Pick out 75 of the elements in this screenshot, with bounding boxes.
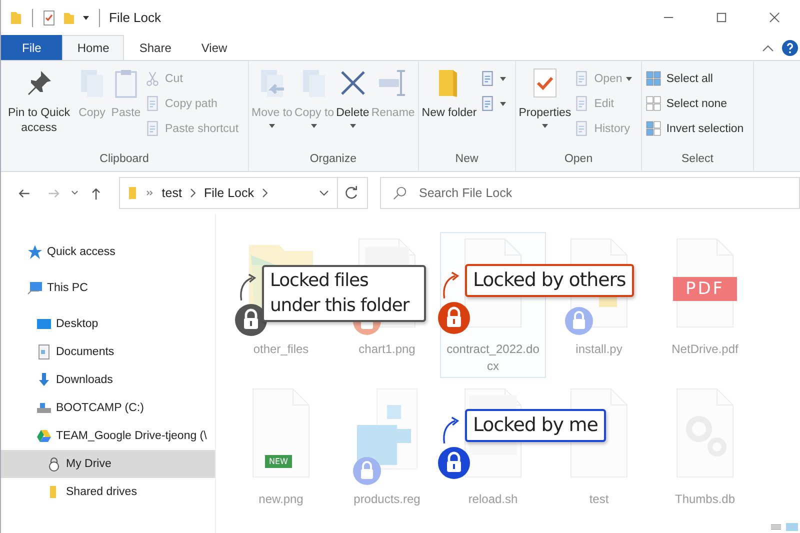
ribbon-button[interactable]: New folder — [422, 66, 477, 121]
ribbon-button[interactable]: Delete — [336, 66, 370, 128]
desktop-icon — [36, 316, 52, 332]
ribbon-tab[interactable]: File — [1, 35, 62, 60]
breadcrumb[interactable]: File Lock — [204, 186, 254, 200]
refresh-button[interactable] — [338, 177, 368, 209]
address-bar[interactable]: test File Lock — [118, 177, 338, 209]
star-icon — [27, 244, 43, 260]
ribbon-button[interactable]: Select all — [645, 66, 750, 91]
file-type-label: PDF — [673, 277, 737, 301]
maximize-icon[interactable] — [716, 12, 727, 23]
nav-item[interactable]: Shared drives — [1, 478, 215, 506]
cut-icon — [144, 70, 161, 87]
refresh-icon — [345, 186, 360, 200]
nav-item[interactable]: BOOTCAMP (C:) — [1, 394, 215, 422]
ribbon-tab[interactable]: View — [186, 35, 242, 60]
overflow-chevron-icon[interactable] — [146, 190, 154, 196]
caret-icon — [542, 124, 548, 128]
chevron-icon[interactable] — [262, 188, 268, 198]
caret-icon[interactable] — [71, 190, 79, 196]
folder-icon — [128, 185, 138, 201]
drive-icon — [36, 428, 52, 444]
search-field[interactable]: Search File Lock — [380, 177, 800, 209]
chevron-icon[interactable] — [190, 188, 196, 198]
curved-arrow-icon — [441, 270, 461, 300]
dropdown-icon[interactable] — [318, 190, 329, 196]
invert-icon — [645, 120, 662, 137]
ribbon-group-label: New — [454, 153, 480, 167]
breadcrumb[interactable]: test — [162, 186, 182, 200]
ribbon-group-label: Clipboard — [98, 153, 150, 167]
caret-icon — [500, 102, 506, 106]
nav-item[interactable]: Quick access — [1, 238, 215, 266]
caret-icon — [626, 76, 632, 80]
details-view-icon[interactable] — [770, 523, 782, 531]
nav-item[interactable]: Downloads — [1, 366, 215, 394]
search-icon — [392, 186, 407, 201]
ribbon-button[interactable]: Pin to Quick access — [4, 66, 74, 136]
lock-status-tooltip: Locked by others — [465, 264, 634, 297]
nav-item[interactable]: This PC — [1, 274, 215, 302]
drive-icon — [36, 400, 52, 416]
properties-icon[interactable] — [42, 10, 56, 26]
ribbon-group-label: Select — [680, 153, 714, 167]
file-type-label: NEW — [265, 455, 292, 468]
download-arrow-icon — [36, 372, 52, 388]
caret-icon — [500, 76, 506, 80]
lock-status-tooltip: Locked files under this folder — [262, 265, 426, 322]
ribbon-button[interactable]: Properties — [518, 66, 572, 128]
ribbon-tab[interactable]: Home — [62, 35, 124, 60]
caret-icon — [268, 124, 275, 128]
document-icon — [36, 344, 52, 360]
ribbon-group-label: Open — [563, 153, 594, 167]
caret-icon — [311, 124, 318, 128]
window-title: File Lock — [109, 10, 162, 25]
close-icon[interactable] — [769, 12, 780, 23]
nav-item[interactable]: Desktop — [1, 310, 215, 338]
nav-item[interactable]: My Drive — [1, 450, 215, 478]
curved-arrow-icon — [238, 272, 258, 302]
caret-icon[interactable] — [82, 14, 90, 20]
selnone-icon — [645, 95, 662, 112]
nav-item[interactable]: TEAM_Google Drive-tjeong (\ — [1, 422, 215, 450]
caret-icon — [350, 124, 356, 128]
selall-icon — [645, 70, 662, 87]
copypath-icon — [144, 95, 161, 112]
curved-arrow-icon — [441, 415, 461, 445]
shortcut-icon — [144, 120, 161, 137]
ribbon-button[interactable]: Invert selection — [645, 116, 750, 141]
ribbon-button[interactable]: Select none — [645, 91, 750, 116]
ribbon-tab[interactable]: Share — [124, 35, 186, 60]
lock-status-tooltip: Locked by me — [465, 409, 606, 442]
computer-icon — [27, 280, 43, 296]
collapse-ribbon-icon[interactable] — [762, 44, 774, 52]
ribbon-group-label: Organize — [308, 153, 358, 167]
lock-icon — [46, 456, 62, 472]
nav-item[interactable]: Documents — [1, 338, 215, 366]
help-icon[interactable] — [782, 40, 798, 56]
